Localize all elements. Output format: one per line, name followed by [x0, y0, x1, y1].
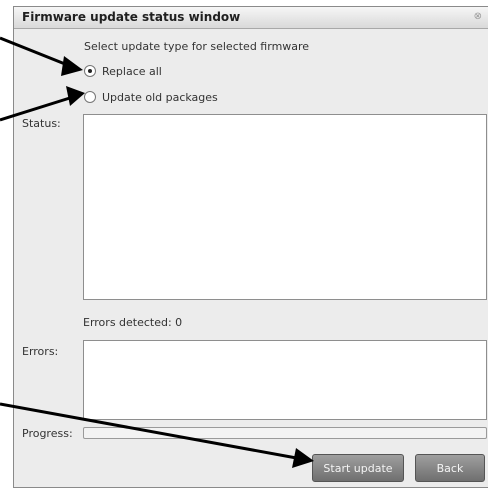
progress-bar [83, 427, 487, 439]
update-type-prompt: Select update type for selected firmware [84, 40, 310, 53]
radio-replace-all[interactable]: Replace all [84, 63, 162, 79]
status-label: Status: [22, 117, 61, 130]
window-title: Firmware update status window [22, 10, 241, 24]
status-textbox[interactable] [83, 114, 487, 300]
title-bar: Firmware update status window ⊗ [14, 7, 488, 29]
errors-label: Errors: [22, 345, 59, 358]
radio-checked-icon[interactable] [84, 65, 96, 77]
radio-update-old-packages-label: Update old packages [102, 90, 218, 104]
close-icon[interactable]: ⊗ [474, 11, 482, 22]
start-update-button[interactable]: Start update [312, 454, 404, 482]
errors-detected-text: Errors detected: 0 [83, 316, 183, 329]
radio-replace-all-label: Replace all [102, 64, 162, 78]
back-button[interactable]: Back [415, 454, 485, 482]
radio-update-old-packages[interactable]: Update old packages [84, 89, 218, 105]
firmware-update-window: Firmware update status window ⊗ Select u… [13, 6, 488, 488]
errors-textbox[interactable] [83, 340, 487, 420]
progress-label: Progress: [22, 427, 73, 440]
radio-unchecked-icon[interactable] [84, 91, 96, 103]
